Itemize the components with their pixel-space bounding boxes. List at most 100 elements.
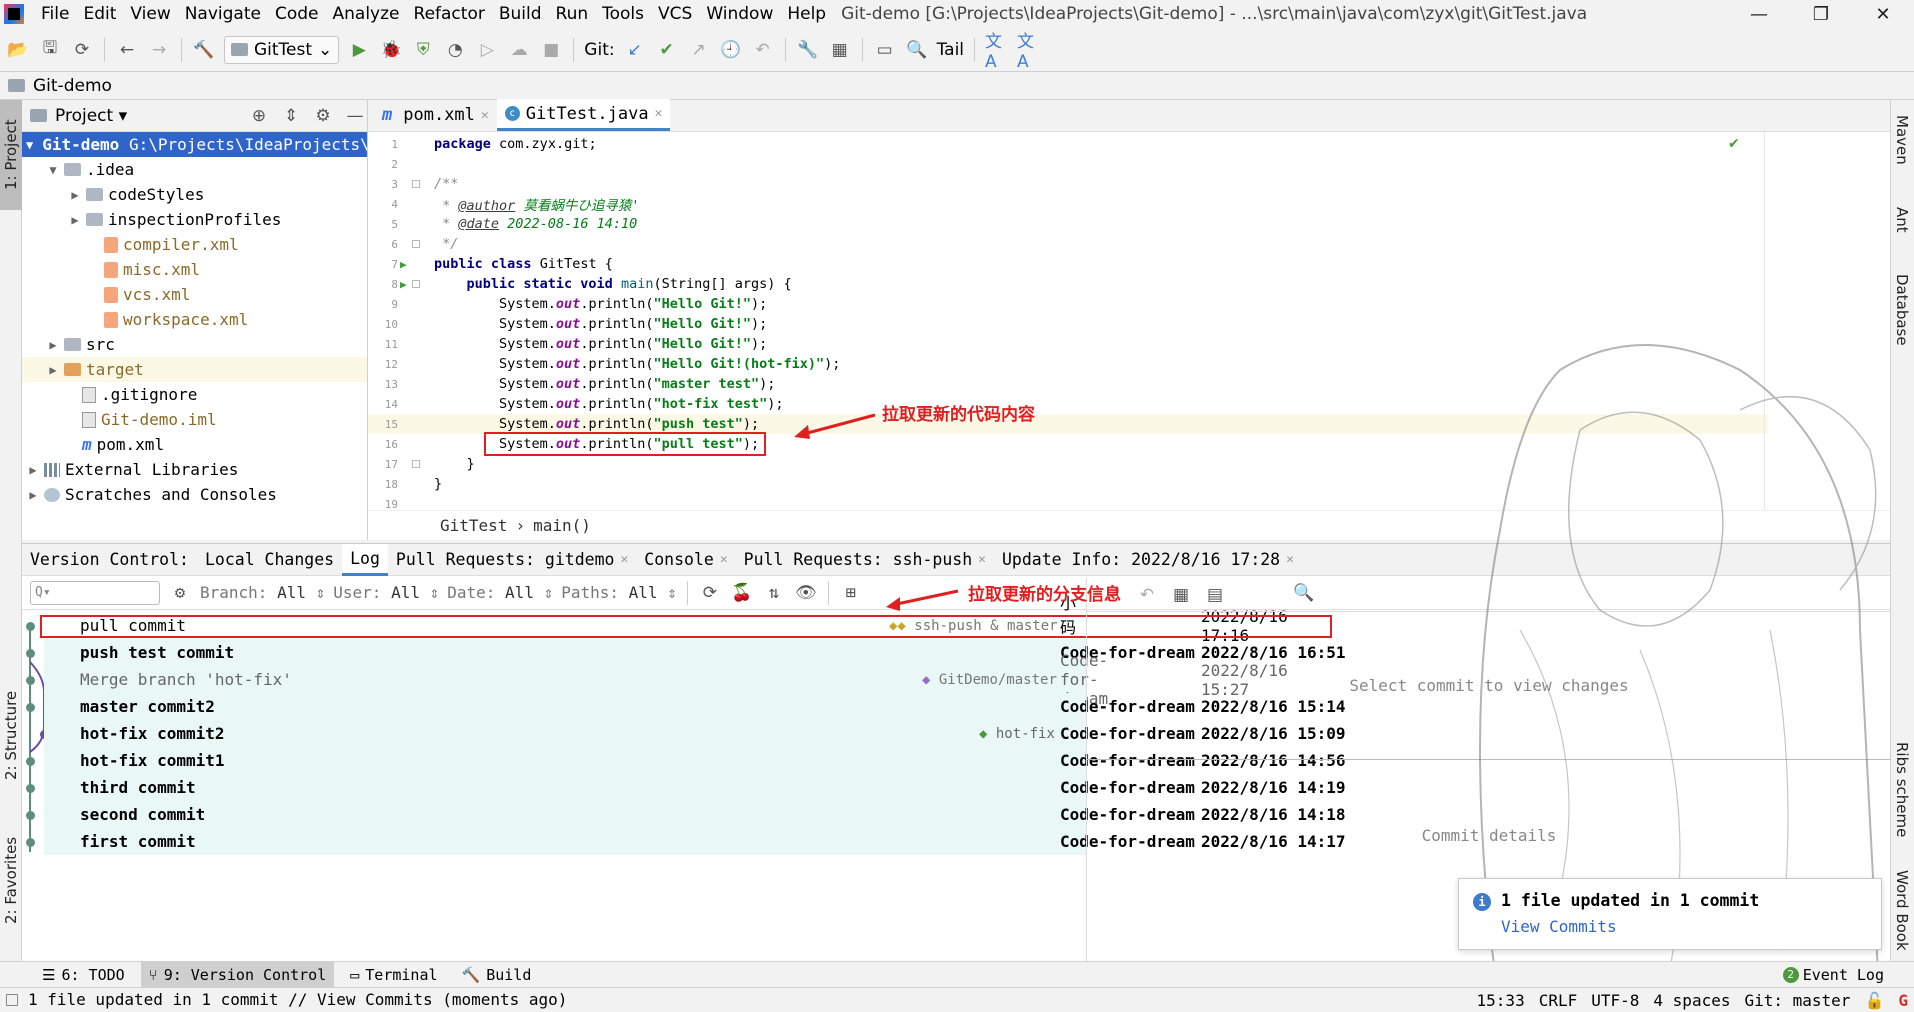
- search-icon[interactable]: 🔍: [905, 38, 929, 62]
- run-icon[interactable]: ▶: [347, 38, 371, 62]
- tab-pom-xml[interactable]: m pom.xml ✕: [374, 99, 497, 131]
- tab-local-changes[interactable]: Local Changes: [197, 544, 342, 576]
- tree-item-git-demo[interactable]: ▼ Git-demo G:\Projects\IdeaProjects\Git-…: [22, 132, 367, 157]
- lock-icon[interactable]: 🔓: [1864, 991, 1884, 1010]
- tree-item-iml[interactable]: Git-demo.iml: [22, 407, 367, 432]
- tool-tab-terminal[interactable]: ▭ Terminal: [342, 962, 445, 988]
- close-icon[interactable]: ✕: [1852, 0, 1914, 28]
- close-tab-icon[interactable]: ✕: [655, 106, 663, 121]
- close-tab-icon[interactable]: ✕: [978, 552, 986, 567]
- file-encoding[interactable]: UTF-8: [1591, 991, 1639, 1010]
- tree-item-inspectionprofiles[interactable]: ▶ inspectionProfiles: [22, 207, 367, 232]
- refresh-icon[interactable]: ⟳: [698, 581, 722, 605]
- view-commits-link[interactable]: View Commits: [1501, 917, 1617, 936]
- tree-item-target[interactable]: ▶ target: [22, 357, 367, 382]
- tool-tab-build[interactable]: 🔨 Build: [454, 962, 540, 988]
- event-log-button[interactable]: 2 Event Log: [1782, 966, 1884, 984]
- tree-item-scratches[interactable]: ▶ Scratches and Consoles: [22, 482, 367, 507]
- gear-icon[interactable]: ⚙: [168, 581, 192, 605]
- commit-row[interactable]: hot-fix commit1 Code-for-dream 2022/8/16…: [44, 747, 1346, 774]
- tab-pull-requests-ssh-push[interactable]: Pull Requests: ssh-push ✕: [736, 544, 994, 576]
- sort-icon[interactable]: ⇅: [762, 581, 786, 605]
- status-message[interactable]: 1 file updated in 1 commit // View Commi…: [28, 990, 567, 1009]
- update-project-icon[interactable]: ↙: [623, 38, 647, 62]
- menu-vcs[interactable]: VCS: [651, 4, 699, 24]
- commit-icon[interactable]: ✔: [655, 38, 679, 62]
- wrench-icon[interactable]: 🔧: [796, 38, 820, 62]
- cherry-pick-icon[interactable]: 🍒: [730, 581, 754, 605]
- menu-refactor[interactable]: Refactor: [407, 4, 492, 24]
- fold-marker-icon[interactable]: [412, 280, 420, 288]
- tool-tab-todo[interactable]: ☰ 6: TODO: [34, 962, 133, 988]
- close-tab-icon[interactable]: ✕: [620, 552, 628, 567]
- rollback-icon[interactable]: ↶: [751, 38, 775, 62]
- tree-item-idea[interactable]: ▼ .idea: [22, 157, 367, 182]
- log-search-input[interactable]: Q▾: [30, 580, 160, 605]
- minimize-icon[interactable]: —: [1728, 0, 1790, 28]
- tool-tab-maven[interactable]: Maven: [1890, 100, 1914, 180]
- save-icon[interactable]: 🖫: [38, 38, 62, 62]
- fold-marker-icon[interactable]: [412, 460, 420, 468]
- breadcrumb-project[interactable]: Git-demo: [33, 76, 112, 96]
- menu-build[interactable]: Build: [492, 4, 549, 24]
- project-structure-icon[interactable]: ▦: [828, 38, 852, 62]
- attach-icon[interactable]: ☁: [507, 38, 531, 62]
- git-branch-widget[interactable]: Git: master: [1744, 991, 1850, 1010]
- gear-icon[interactable]: ⚙: [311, 104, 335, 128]
- tool-tab-word-book[interactable]: Word Book: [1890, 860, 1914, 960]
- run-dropdown-icon[interactable]: ▷: [475, 38, 499, 62]
- hide-panel-icon[interactable]: —: [343, 104, 367, 128]
- restore-icon[interactable]: ❐: [1790, 0, 1852, 28]
- tail-button[interactable]: Tail: [937, 40, 964, 60]
- menu-run[interactable]: Run: [549, 4, 596, 24]
- close-tab-icon[interactable]: ✕: [720, 552, 728, 567]
- project-panel-title[interactable]: Project ▾: [55, 106, 239, 126]
- line-separator[interactable]: CRLF: [1539, 991, 1578, 1010]
- tree-item-vcs-xml[interactable]: vcs.xml: [22, 282, 367, 307]
- tree-item-src[interactable]: ▶ src: [22, 332, 367, 357]
- tab-log[interactable]: Log: [342, 543, 388, 576]
- caret-position[interactable]: 15:33: [1477, 991, 1525, 1010]
- translate-icon[interactable]: 文A: [985, 32, 1009, 72]
- user-filter[interactable]: User: All ⇕: [333, 583, 439, 602]
- tool-tab-project[interactable]: 1: Project: [0, 100, 22, 210]
- sync-icon[interactable]: ⟳: [70, 38, 94, 62]
- revert-icon[interactable]: ↶: [1135, 583, 1159, 607]
- terminal-icon[interactable]: ▭: [873, 38, 897, 62]
- tool-tab-ant[interactable]: Ant: [1890, 190, 1914, 250]
- back-icon[interactable]: ←: [115, 38, 139, 62]
- breadcrumb-method[interactable]: main(): [533, 516, 591, 535]
- tab-pull-requests-gitdemo[interactable]: Pull Requests: gitdemo ✕: [388, 544, 636, 576]
- fold-marker-icon[interactable]: [412, 240, 420, 248]
- branch-filter[interactable]: Branch: All ⇕: [200, 583, 325, 602]
- tool-tab-structure[interactable]: 2: Structure: [0, 670, 22, 800]
- commit-row[interactable]: hot-fix commit2 ◆ hot-fix Code-for-dream…: [44, 720, 1346, 747]
- commit-row[interactable]: first commit Code-for-dream 2022/8/16 14…: [44, 828, 1346, 855]
- menu-navigate[interactable]: Navigate: [178, 4, 268, 24]
- tree-item-codestyles[interactable]: ▶ codeStyles: [22, 182, 367, 207]
- menu-window[interactable]: Window: [699, 4, 780, 24]
- minimap[interactable]: [1848, 132, 1888, 510]
- tab-console[interactable]: Console ✕: [636, 544, 735, 576]
- google-icon[interactable]: G: [1898, 991, 1908, 1010]
- history-icon[interactable]: 🕘: [719, 38, 743, 62]
- tool-tab-favorites[interactable]: 2: Favorites: [0, 820, 22, 940]
- indent-setting[interactable]: 4 spaces: [1653, 991, 1730, 1010]
- push-icon[interactable]: ↗: [687, 38, 711, 62]
- tree-item-external-libraries[interactable]: ▶ External Libraries: [22, 457, 367, 482]
- close-tab-icon[interactable]: ✕: [481, 108, 489, 123]
- tree-item-misc-xml[interactable]: misc.xml: [22, 257, 367, 282]
- translate-replace-icon[interactable]: 文A: [1017, 32, 1041, 72]
- code-area[interactable]: 1 package com.zyx.git; 2 3/** 4 * @author…: [368, 132, 1890, 510]
- tool-tab-database[interactable]: Database: [1890, 260, 1914, 360]
- forward-icon[interactable]: →: [147, 38, 171, 62]
- tool-tab-version-control[interactable]: ⑂ 9: Version Control: [140, 961, 335, 988]
- stop-icon[interactable]: ■: [539, 38, 563, 62]
- debug-icon[interactable]: 🐞: [379, 38, 403, 62]
- commit-row[interactable]: Merge branch 'hot-fix' ◆ GitDemo/master …: [44, 651, 1288, 708]
- open-folder-icon[interactable]: 📂: [6, 38, 30, 62]
- profile-icon[interactable]: ◔: [443, 38, 467, 62]
- tool-tab-ribs-scheme[interactable]: Ribs scheme: [1890, 730, 1914, 850]
- run-gutter-icon[interactable]: ▶: [400, 278, 407, 291]
- menu-help[interactable]: Help: [780, 4, 833, 24]
